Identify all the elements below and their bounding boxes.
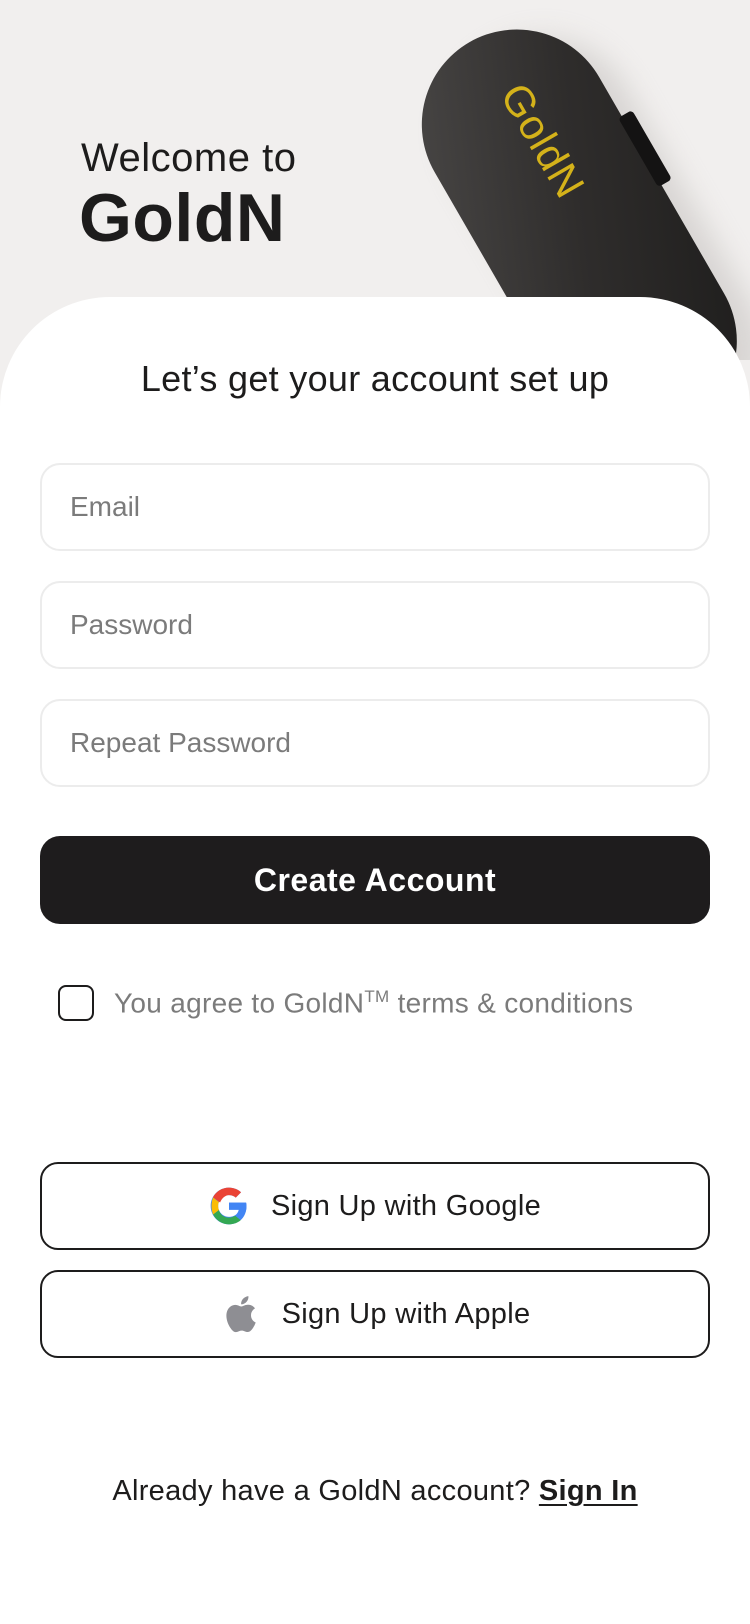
welcome-heading: Welcome to: [81, 136, 297, 180]
apple-icon: [220, 1294, 260, 1334]
google-icon: [209, 1186, 249, 1226]
google-signup-label: Sign Up with Google: [270, 1189, 542, 1222]
signin-prompt: Already have a GoldN account? Sign In: [0, 1475, 750, 1508]
terms-prefix: You agree to GoldN: [114, 987, 365, 1019]
apple-signup-button[interactable]: Sign Up with Apple: [40, 1270, 710, 1358]
signin-prompt-text: Already have a GoldN account?: [112, 1475, 539, 1507]
password-input[interactable]: [40, 581, 710, 669]
create-account-button[interactable]: Create Account: [40, 836, 710, 924]
terms-label: You agree to GoldNTM terms & conditions: [114, 987, 633, 1019]
brand-title: GoldN: [79, 180, 286, 256]
signin-link[interactable]: Sign In: [539, 1475, 638, 1507]
terms-row[interactable]: You agree to GoldNTM terms & conditions: [58, 985, 633, 1021]
terms-suffix: terms & conditions: [389, 987, 634, 1019]
repeat-password-input[interactable]: [40, 699, 710, 787]
terms-trademark: TM: [364, 986, 390, 1006]
email-input[interactable]: [40, 463, 710, 551]
terms-checkbox[interactable]: [58, 985, 94, 1021]
hero-section: Welcome to GoldN GoldN: [0, 0, 750, 360]
google-signup-button[interactable]: Sign Up with Google: [40, 1162, 710, 1250]
form-subtitle: Let’s get your account set up: [140, 358, 610, 399]
apple-signup-label: Sign Up with Apple: [281, 1297, 531, 1330]
